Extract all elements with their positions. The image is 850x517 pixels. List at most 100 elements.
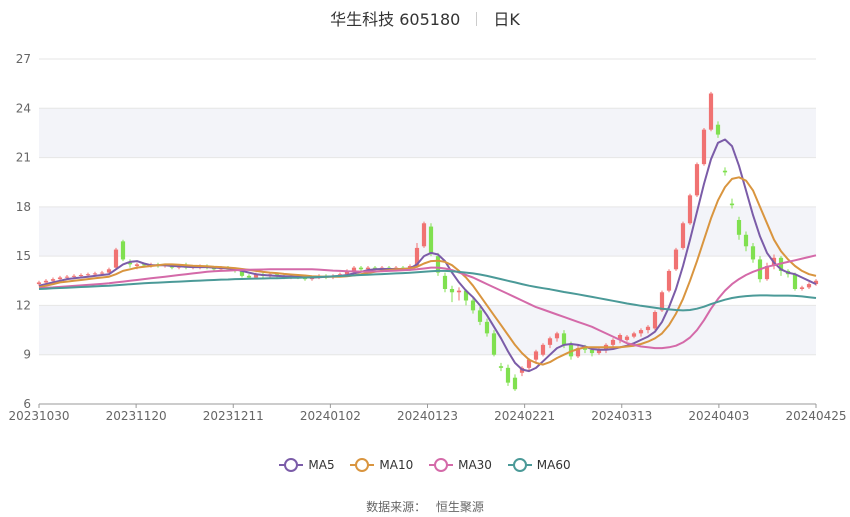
x-tick-label: 20231030 [8, 409, 69, 423]
candle [113, 247, 119, 270]
candle-body [652, 312, 658, 329]
legend-circle-icon [350, 458, 375, 472]
candle-body [85, 274, 91, 276]
legend-label: MA30 [458, 458, 492, 472]
legend-label: MA60 [536, 458, 571, 472]
candle [673, 247, 679, 271]
y-axis-labels: 69121518212427 [16, 52, 31, 411]
legend-label: MA10 [379, 458, 414, 472]
candle-body [687, 195, 693, 224]
candle-body [491, 333, 497, 355]
candle-body [64, 276, 70, 278]
candle [540, 343, 546, 357]
candle-body [498, 366, 504, 368]
candle-body [561, 333, 567, 345]
candle-body [694, 164, 700, 196]
x-tick-label: 20240403 [688, 409, 749, 423]
x-tick-label: 20240102 [300, 409, 361, 423]
candle [498, 362, 504, 372]
candle [512, 374, 518, 391]
candle-body [57, 277, 63, 280]
data-source: 数据来源： 恒生聚源 [0, 498, 850, 515]
candle-body [421, 223, 427, 247]
candle [799, 285, 805, 291]
candle [652, 310, 658, 331]
candle-body [477, 310, 483, 322]
candle-body [484, 321, 490, 334]
candle [456, 287, 462, 301]
legend-item-ma5[interactable]: MA5 [279, 458, 335, 472]
legend-circle-icon [429, 458, 454, 472]
candle-body [456, 290, 462, 293]
candle [442, 272, 448, 293]
x-tick-label: 20240221 [494, 409, 555, 423]
candle-body [750, 246, 756, 260]
candle-body [99, 272, 105, 274]
candle-body [792, 274, 798, 289]
kline-chart[interactable]: 69121518212427 20231030 20231120 20231211 2… [0, 0, 850, 517]
candle [722, 167, 728, 176]
candle [428, 223, 434, 257]
candle-body [50, 279, 56, 281]
candle-body [505, 367, 511, 383]
candle [778, 256, 784, 276]
candle [806, 282, 812, 289]
grid-band [39, 305, 816, 355]
candle-body [743, 234, 749, 247]
candle-body [736, 220, 742, 235]
x-axis-labels: 20231030 20231120 20231211 20240102 20240123… [8, 404, 847, 423]
candle-body [442, 275, 448, 289]
candle-body [708, 93, 714, 130]
candle-body [540, 344, 546, 355]
candle [694, 162, 700, 197]
candle-body [666, 270, 672, 291]
y-tick-label: 27 [16, 52, 31, 66]
candle [421, 221, 427, 248]
legend-label: MA5 [308, 458, 335, 472]
legend-circle-icon [279, 458, 304, 472]
candle-body [71, 275, 77, 277]
legend-item-ma60[interactable]: MA60 [507, 458, 571, 472]
grid-band [39, 206, 816, 257]
candle [449, 285, 455, 303]
candle [127, 259, 133, 268]
candle-body [799, 287, 805, 289]
candle-body [134, 264, 140, 266]
candle-body [645, 326, 651, 331]
candle [533, 349, 539, 363]
source-label: 数据来源： [366, 500, 427, 514]
candle-body [610, 339, 616, 345]
source-value: 恒生聚源 [435, 500, 484, 514]
candle-body [680, 223, 686, 248]
candle-body [631, 333, 637, 337]
candle-body [43, 280, 49, 283]
candle-body [701, 129, 707, 165]
x-tick-label: 20240425 [785, 409, 846, 423]
candle-body [715, 124, 721, 135]
candle-body [673, 249, 679, 270]
candle [764, 262, 770, 281]
candle-body [554, 333, 560, 339]
candle-body [624, 336, 630, 340]
background-bands [39, 108, 816, 355]
candle-body [449, 289, 455, 293]
candle-body [428, 226, 434, 253]
grid-band [39, 108, 816, 158]
legend-circle-icon [507, 458, 532, 472]
candle [708, 91, 714, 132]
candle-body [722, 170, 728, 173]
candle [505, 364, 511, 386]
y-tick-label: 9 [23, 348, 31, 362]
candle-body [512, 377, 518, 390]
candle [491, 330, 497, 357]
legend-item-ma30[interactable]: MA30 [429, 458, 492, 472]
candle-body [638, 330, 644, 334]
x-tick-label: 20231120 [106, 409, 167, 423]
candle-body [246, 275, 252, 278]
x-tick-label: 20240313 [591, 409, 652, 423]
y-tick-label: 15 [16, 249, 31, 263]
candle-body [120, 241, 126, 260]
legend-item-ma10[interactable]: MA10 [350, 458, 413, 472]
candle-body [78, 275, 84, 277]
x-tick-label: 20240123 [397, 409, 458, 423]
